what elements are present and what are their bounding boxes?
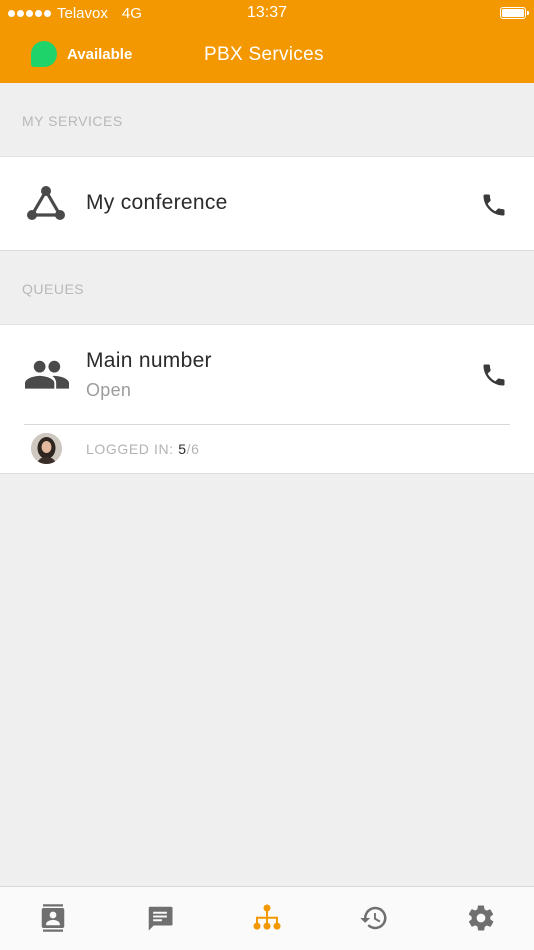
user-photo <box>31 433 62 464</box>
phone-icon[interactable] <box>480 191 508 219</box>
logged-in-count: LOGGED IN: 5/6 <box>86 441 199 457</box>
logged-in-total: /6 <box>186 441 200 457</box>
navigation-bar: Available PBX Services <box>0 28 534 83</box>
history-icon[interactable] <box>359 903 389 933</box>
clock: 13:37 <box>246 4 288 21</box>
presence-label: Available <box>67 45 133 63</box>
top-bar: Telavox 4G 13:37 Available PBX Services <box>0 0 534 83</box>
presence-status-button[interactable]: Available <box>31 41 132 67</box>
contacts-icon[interactable] <box>38 903 68 933</box>
pbx-services-screen: Telavox 4G 13:37 Available PBX Services … <box>0 0 534 950</box>
phone-icon[interactable] <box>480 361 508 389</box>
queue-title: Main number <box>86 349 212 372</box>
page-title: PBX Services <box>204 44 324 65</box>
divider <box>24 424 510 425</box>
avatar <box>31 433 62 464</box>
org-chart-icon[interactable] <box>252 903 282 933</box>
service-title: My conference <box>86 191 228 214</box>
logged-in-label: LOGGED IN: <box>86 441 174 457</box>
conference-icon <box>27 186 65 220</box>
battery-icon <box>500 7 529 19</box>
section-header-label: MY SERVICES <box>22 113 123 129</box>
list-item-main-number[interactable]: Main number Open LOGGED IN: 5/6 <box>0 324 534 474</box>
group-icon <box>25 360 69 389</box>
list-item-my-conference[interactable]: My conference <box>0 156 534 251</box>
gear-icon[interactable] <box>466 903 496 933</box>
presence-bubble-icon <box>31 41 57 67</box>
status-bar: Telavox 4G 13:37 <box>0 0 534 28</box>
tab-bar <box>0 886 534 950</box>
section-header-label: QUEUES <box>22 281 85 297</box>
queue-status: Open <box>86 380 132 400</box>
chat-icon[interactable] <box>145 903 175 933</box>
logged-in-current: 5 <box>178 441 187 457</box>
